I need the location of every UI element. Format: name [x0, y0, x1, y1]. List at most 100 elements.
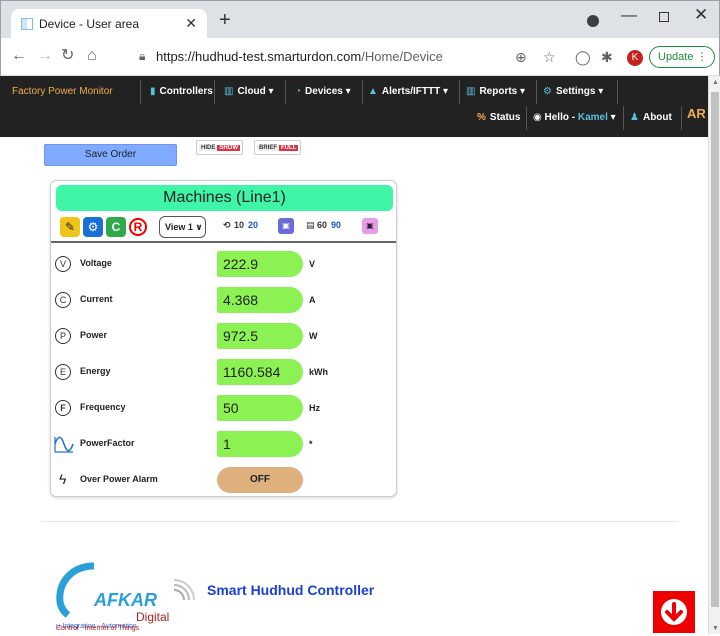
- site-navbar: Factory Power Monitor ▮ Controllers ▥ Clou…: [0, 76, 708, 137]
- vertical-scrollbar[interactable]: ▲ ▼: [708, 76, 720, 634]
- nav-divider: [285, 80, 286, 104]
- address-bar[interactable]: 🔒︎ https://hudhud-test.smarturdon.com/Ho…: [139, 44, 579, 70]
- refresh-icon[interactable]: C: [106, 217, 126, 237]
- nav-divider: [214, 80, 215, 104]
- measure-value: 50: [217, 395, 303, 421]
- gear-icon: ⚙: [543, 86, 552, 97]
- interval-save-icon: ▤: [306, 220, 315, 230]
- forward-icon[interactable]: →: [37, 48, 53, 64]
- home-icon[interactable]: ⌂: [87, 48, 97, 64]
- machine-card: Machines (Line1) ✎ ⚙ C R View 1 ∨ ⟲ 10 2…: [50, 180, 397, 497]
- measure-row-energy: E Energy 1160.584 kWh: [51, 357, 396, 387]
- interval2-b[interactable]: 90: [331, 220, 341, 230]
- interval1-b[interactable]: 20: [248, 220, 258, 230]
- measure-value: 972.5: [217, 323, 303, 349]
- measure-row-current: C Current 4.368 A: [51, 285, 396, 315]
- arrow-down-circle-icon: [661, 599, 687, 625]
- nav-reports[interactable]: ▥ Reports ▾: [466, 86, 525, 97]
- back-icon[interactable]: ←: [11, 48, 27, 64]
- nav-devices[interactable]: ◔ Devices ▾: [295, 86, 351, 97]
- minimize-button[interactable]: —: [621, 7, 637, 25]
- nav-alerts[interactable]: ▲ Alerts/IFTTT ▾: [368, 86, 448, 97]
- language-toggle[interactable]: AR: [687, 106, 706, 121]
- chart-icon: ▥: [224, 86, 234, 97]
- chart-icon: ▥: [466, 86, 476, 97]
- edit-pencil-icon[interactable]: ✎: [60, 217, 80, 237]
- logo-name: AFKAR: [94, 590, 157, 610]
- measure-unit: kWh: [309, 367, 328, 377]
- bookmark-star-icon[interactable]: ☆: [543, 50, 556, 64]
- profile-indicator-icon[interactable]: [587, 15, 599, 27]
- tab-title: Device - User area: [39, 17, 140, 31]
- energy-icon: E: [55, 364, 71, 380]
- nav-about[interactable]: ♟ About: [630, 112, 672, 123]
- measure-value: 4.368: [217, 287, 303, 313]
- zoom-icon[interactable]: ⊕: [515, 50, 527, 64]
- view-select[interactable]: View 1 ∨: [159, 216, 206, 238]
- alarm-label: Over Power Alarm: [80, 474, 158, 484]
- close-window-button[interactable]: ✕: [694, 5, 708, 25]
- measure-label: Voltage: [80, 258, 112, 268]
- card-title: Machines (Line1): [56, 185, 393, 211]
- sine-wave-icon: [54, 435, 74, 456]
- nav-status[interactable]: % Status: [477, 112, 520, 123]
- brief-full-toggle[interactable]: BRIEF FULL: [254, 140, 302, 155]
- scroll-up-icon[interactable]: ▲: [712, 79, 719, 86]
- lock-icon: 🔒︎: [139, 49, 146, 63]
- nav-divider: [362, 80, 363, 104]
- scroll-to-top-button[interactable]: [653, 591, 695, 633]
- save-order-button[interactable]: Save Order: [44, 144, 177, 166]
- close-tab-icon[interactable]: ✕: [185, 15, 197, 32]
- nav-user-menu[interactable]: ◉ Hello - Kamel ▾: [533, 112, 616, 123]
- nav-settings[interactable]: ⚙ Settings ▾: [543, 86, 603, 97]
- nav-divider: [623, 106, 624, 130]
- measure-value: 1: [217, 431, 303, 457]
- nav-divider: [681, 106, 682, 130]
- measure-row-voltage: V Voltage 222.9 V: [51, 249, 396, 279]
- measure-unit: *: [309, 439, 313, 449]
- measure-row-frequency: F Frequency 50 Hz: [51, 393, 396, 423]
- bell-icon: ▲: [368, 86, 378, 97]
- avatar[interactable]: K: [627, 50, 643, 66]
- section-divider: [42, 521, 678, 522]
- users-icon: ♟: [630, 112, 639, 123]
- scroll-down-icon[interactable]: ▼: [712, 625, 719, 632]
- interval2-a: 60: [317, 220, 328, 230]
- nav-cloud[interactable]: ▥ Cloud ▾: [224, 86, 274, 97]
- maximize-button[interactable]: [659, 12, 669, 22]
- measure-row-power: P Power 972.5 W: [51, 321, 396, 351]
- nav-divider: [140, 80, 141, 104]
- measure-value: 1160.584: [217, 359, 303, 385]
- extensions-puzzle-icon[interactable]: ✱: [601, 50, 613, 64]
- devices-icon: ◔: [295, 86, 302, 97]
- save-disk-icon[interactable]: ▣: [362, 218, 378, 234]
- new-tab-button[interactable]: +: [219, 10, 231, 30]
- interval-clock-icon: ⟲: [223, 220, 231, 230]
- measure-unit: W: [309, 331, 318, 341]
- interval1-a: 10: [234, 220, 245, 230]
- measure-label: PowerFactor: [80, 438, 135, 448]
- status-icon: %: [477, 112, 486, 123]
- logo-tagline-2: Control - Internet of Things: [56, 625, 140, 632]
- url-text: https://hudhud-test.smarturdon.com/Home/…: [156, 49, 443, 64]
- reload-icon[interactable]: ↻: [61, 48, 74, 64]
- card-controls: ✎ ⚙ C R View 1 ∨ ⟲ 10 20 ▣ ▤ 60 90 ▣: [51, 213, 396, 243]
- browser-tab[interactable]: Device - User area ✕: [11, 9, 207, 39]
- lightning-bolt-icon: ϟ: [59, 471, 67, 487]
- browser-toolbar: ← → ↻ ⌂ 🔒︎ https://hudhud-test.smarturdo…: [0, 38, 720, 76]
- measure-label: Energy: [80, 366, 111, 376]
- settings-gear-icon[interactable]: ⚙: [83, 217, 103, 237]
- logo-sub: Digital: [136, 610, 170, 624]
- update-button[interactable]: Update ⋮: [649, 46, 715, 68]
- measure-unit: V: [309, 259, 316, 269]
- nav-controllers[interactable]: ▮ Controllers: [150, 86, 213, 97]
- alarm-toggle-button[interactable]: OFF: [217, 467, 303, 493]
- extension-circle-icon[interactable]: ◯: [575, 50, 591, 64]
- measure-row-powerfactor: PowerFactor 1 *: [51, 429, 396, 459]
- measure-label: Frequency: [80, 402, 126, 412]
- save-disk-icon[interactable]: ▣: [278, 218, 294, 234]
- brand-link[interactable]: Factory Power Monitor: [12, 86, 113, 97]
- scrollbar-thumb[interactable]: [711, 92, 719, 607]
- hide-show-toggle[interactable]: HIDE SHOW: [196, 140, 244, 155]
- reset-icon[interactable]: R: [129, 218, 147, 236]
